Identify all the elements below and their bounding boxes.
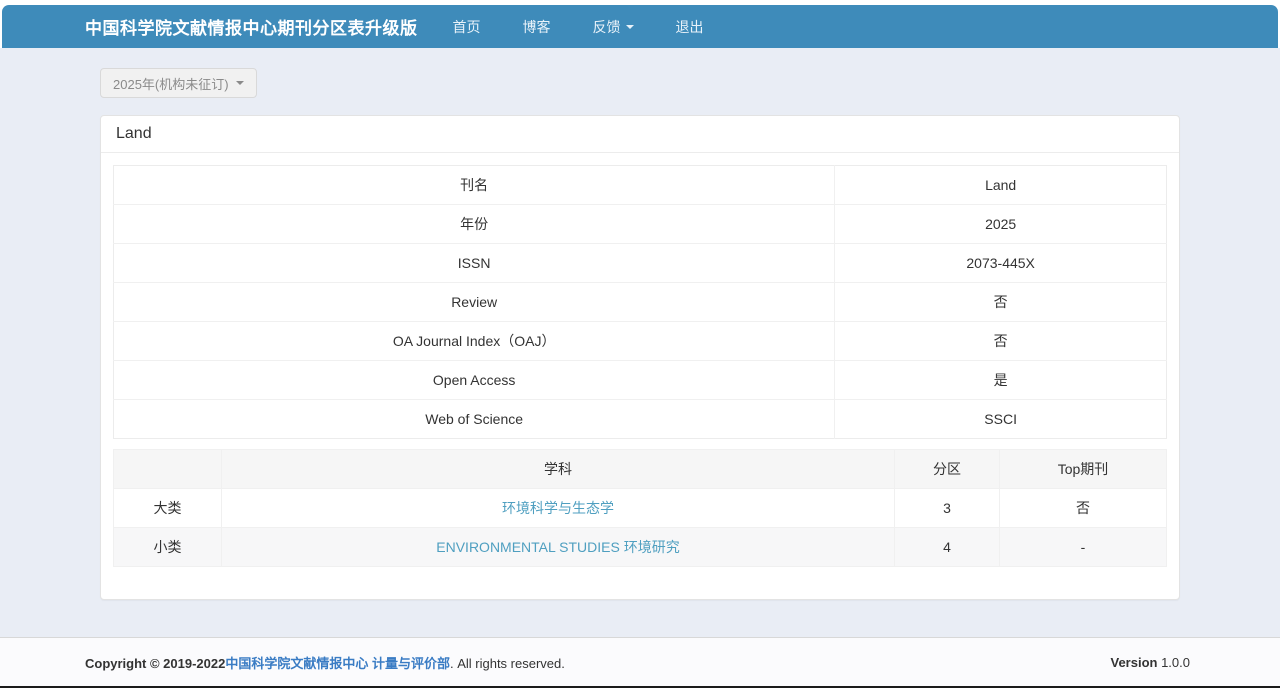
table-row: Web of Science SSCI <box>113 399 1167 439</box>
header-blank <box>113 449 222 489</box>
navbar-menu: 首页 博客 反馈 退出 <box>432 5 725 49</box>
footer-org-link[interactable]: 中国科学院文献情报中心 计量与评价部 <box>225 656 450 671</box>
table-row: 大类 环境科学与生态学 3 否 <box>113 488 1167 528</box>
nav-item-home[interactable]: 首页 <box>432 5 502 49</box>
table-row: OA Journal Index（OAJ） 否 <box>113 321 1167 361</box>
category-type: 大类 <box>113 488 222 528</box>
navbar-brand[interactable]: 中国科学院文献情报中心期刊分区表升级版 <box>85 14 418 39</box>
caret-down-icon <box>625 24 634 29</box>
navbar: 中国科学院文献情报中心期刊分区表升级版 首页 博客 反馈 退出 <box>2 5 1278 48</box>
year-dropdown-label: 2025年(机构未征订) <box>113 76 229 92</box>
subject-cell: ENVIRONMENTAL STUDIES 环境研究 <box>221 527 895 567</box>
version-label: Version <box>1110 654 1158 670</box>
journal-panel-body: 刊名 Land 年份 2025 ISSN 2073-445X Review 否 … <box>101 153 1179 599</box>
category-type: 小类 <box>113 527 222 567</box>
header-subject: 学科 <box>221 449 895 489</box>
header-partition: 分区 <box>894 449 1000 489</box>
info-value: SSCI <box>984 411 1017 427</box>
info-label: ISSN <box>113 243 836 283</box>
year-dropdown-button[interactable]: 2025年(机构未征订) <box>100 68 257 98</box>
journal-info-table: 刊名 Land 年份 2025 ISSN 2073-445X Review 否 … <box>113 165 1167 439</box>
nav-item-blog-label: 博客 <box>522 18 551 35</box>
table-row: 刊名 Land <box>113 165 1167 205</box>
info-label: 刊名 <box>113 165 836 205</box>
top-journal-value: 否 <box>999 488 1167 528</box>
info-label: Open Access <box>113 360 836 400</box>
subject-link[interactable]: 环境科学与生态学 <box>502 500 614 516</box>
partition-value: 4 <box>894 527 1000 567</box>
copyright-text: Copyright © 2019-2022中国科学院文献情报中心 计量与评价部.… <box>85 653 565 672</box>
nav-item-feedback[interactable]: 反馈 <box>572 5 655 49</box>
caret-down-icon <box>235 81 244 85</box>
info-value: 是 <box>834 360 1167 400</box>
page: 中国科学院文献情报中心期刊分区表升级版 首页 博客 反馈 退出 2025年(机构… <box>0 0 1280 688</box>
info-value: Land <box>834 165 1167 205</box>
table-row: Open Access 是 <box>113 360 1167 400</box>
nav-item-feedback-label: 反馈 <box>592 18 621 35</box>
info-label: 年份 <box>113 204 836 244</box>
journal-panel: Land 刊名 Land 年份 2025 ISSN 2073-445X Revi… <box>100 115 1180 600</box>
subject-cell: 环境科学与生态学 <box>221 488 895 528</box>
nav-item-logout-label: 退出 <box>675 18 704 35</box>
header-top-journal: Top期刊 <box>999 449 1167 489</box>
table-row: 小类 ENVIRONMENTAL STUDIES 环境研究 4 - <box>113 527 1167 567</box>
info-label: Web of Science <box>113 399 836 439</box>
journal-title: Land <box>101 116 1179 153</box>
copyright-prefix: Copyright © 2019-2022 <box>85 655 226 671</box>
info-label: OA Journal Index（OAJ） <box>113 321 836 361</box>
nav-item-blog[interactable]: 博客 <box>502 5 572 49</box>
info-value: 2025 <box>834 204 1167 244</box>
table-row: ISSN 2073-445X <box>113 243 1167 283</box>
top-journal-value: - <box>999 527 1167 567</box>
subject-link[interactable]: ENVIRONMENTAL STUDIES 环境研究 <box>436 539 679 555</box>
copyright-suffix: . All rights reserved. <box>449 655 565 671</box>
table-row: Review 否 <box>113 282 1167 322</box>
partition-value: 3 <box>894 488 1000 528</box>
nav-item-logout[interactable]: 退出 <box>655 5 725 49</box>
table-row: 年份 2025 <box>113 204 1167 244</box>
content-area: 2025年(机构未征订) Land 刊名 Land 年份 2025 ISSN 2… <box>0 48 1280 637</box>
table-header-row: 学科 分区 Top期刊 <box>113 449 1167 489</box>
category-table: 学科 分区 Top期刊 大类 环境科学与生态学 3 否 小类 ENVIRONME… <box>113 449 1167 567</box>
version-text: Version 1.0.0 <box>1110 655 1190 670</box>
footer: Copyright © 2019-2022中国科学院文献情报中心 计量与评价部.… <box>0 637 1280 686</box>
nav-item-home-label: 首页 <box>452 18 481 35</box>
info-value: 2073-445X <box>834 243 1167 283</box>
info-label: Review <box>113 282 836 322</box>
info-value: 否 <box>834 321 1167 361</box>
version-value: 1.0.0 <box>1161 654 1190 670</box>
info-value: 否 <box>834 282 1167 322</box>
